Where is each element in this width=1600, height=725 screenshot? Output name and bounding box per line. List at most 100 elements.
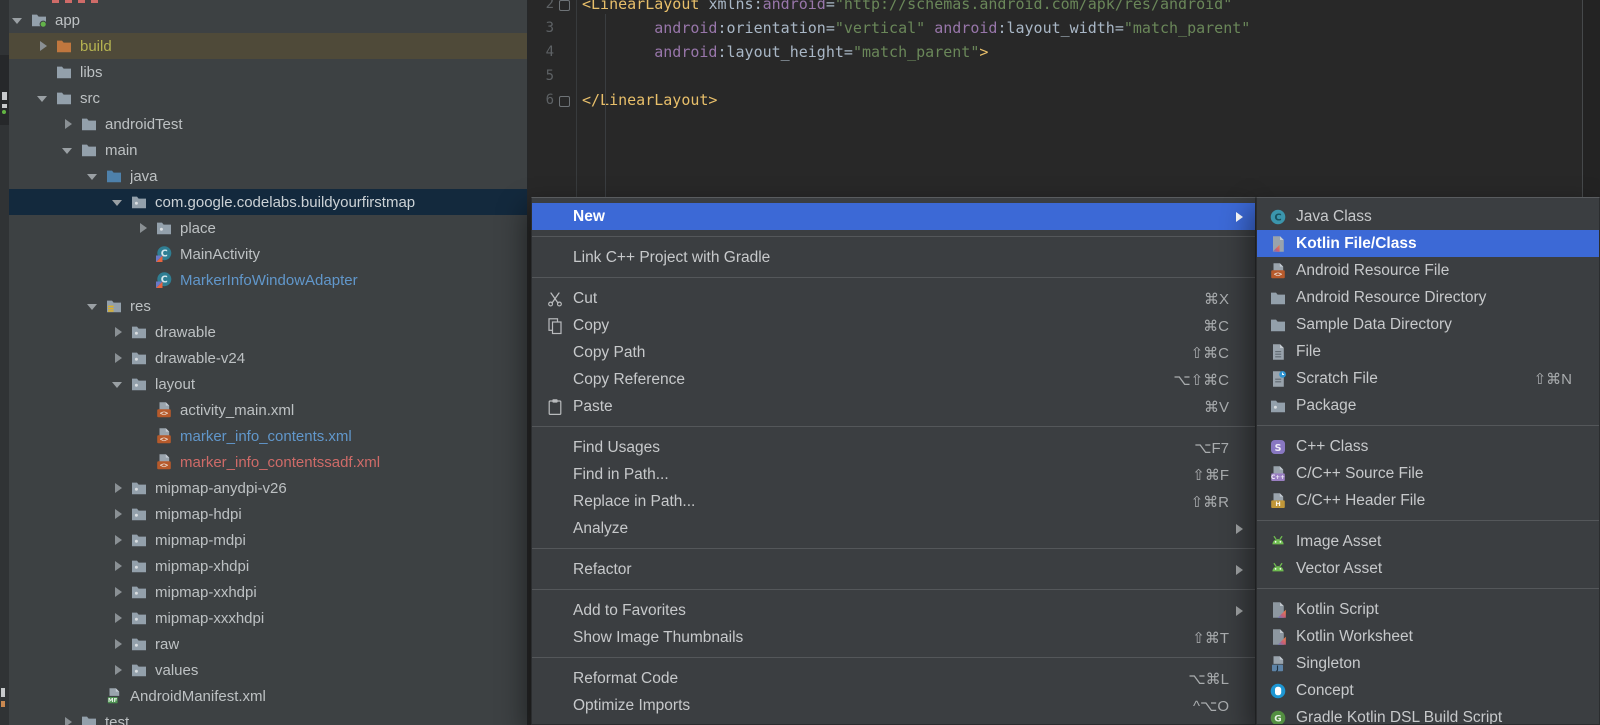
menu-item-gradle-kotlin-dsl-build-script[interactable]: GGradle Kotlin DSL Build Script	[1257, 704, 1599, 725]
menu-item-c-c-header-file[interactable]: HC/C++ Header File	[1257, 487, 1599, 514]
tree-item-java[interactable]: java	[9, 163, 527, 189]
tree-item-drawable-v24[interactable]: drawable-v24	[9, 345, 527, 371]
tree-item-markerinfowindowadapter[interactable]: CMarkerInfoWindowAdapter	[9, 267, 527, 293]
menu-item-file[interactable]: File	[1257, 338, 1599, 365]
menu-item-c-class[interactable]: S C++ Class	[1257, 433, 1599, 460]
svg-text:H: H	[1275, 500, 1280, 508]
menu-item-android-resource-directory[interactable]: Android Resource Directory	[1257, 284, 1599, 311]
chevron-right-icon[interactable]	[135, 223, 149, 233]
menu-item-add-to-favorites[interactable]: Add to Favorites	[532, 597, 1255, 624]
tree-item-place[interactable]: place	[9, 215, 527, 241]
chevron-right-icon[interactable]	[110, 509, 124, 519]
menu-item-label: Replace in Path...	[573, 493, 695, 511]
menu-item-scratch-file[interactable]: Scratch File⇧⌘N	[1257, 365, 1599, 392]
chevron-right-icon[interactable]	[110, 665, 124, 675]
tree-item-libs[interactable]: libs	[9, 59, 527, 85]
chevron-right-icon[interactable]	[110, 639, 124, 649]
tree-item-build[interactable]: build	[9, 33, 527, 59]
menu-separator	[532, 271, 1255, 285]
tree-item-mipmap-xxxhdpi[interactable]: mipmap-xxxhdpi	[9, 605, 527, 631]
menu-item-java-class[interactable]: CJava Class	[1257, 203, 1599, 230]
chevron-right-icon[interactable]	[110, 483, 124, 493]
chevron-down-icon[interactable]	[85, 302, 99, 310]
tree-item-mipmap-hdpi[interactable]: mipmap-hdpi	[9, 501, 527, 527]
menu-item-new[interactable]: New	[532, 203, 1255, 230]
chevron-right-icon[interactable]	[60, 119, 74, 129]
menu-item-reformat-code[interactable]: Reformat Code⌥⌘L	[532, 665, 1255, 692]
menu-item-concept[interactable]: Concept	[1257, 677, 1599, 704]
chevron-down-icon[interactable]	[10, 16, 24, 24]
indent-guide	[605, 14, 606, 197]
chevron-right-icon[interactable]	[110, 327, 124, 337]
editor-pane[interactable]: 23456 <LinearLayout xmlns:android="http:…	[528, 0, 1600, 197]
fold-marker-icon[interactable]	[559, 96, 570, 107]
tree-item-androidtest[interactable]: androidTest	[9, 111, 527, 137]
tree-item-mipmap-anydpi-v26[interactable]: mipmap-anydpi-v26	[9, 475, 527, 501]
menu-item-image-asset[interactable]: Image Asset	[1257, 528, 1599, 555]
menu-item-label: Analyze	[573, 520, 628, 538]
chevron-right-icon[interactable]	[60, 717, 74, 725]
tree-item-src[interactable]: src	[9, 85, 527, 111]
chevron-right-icon[interactable]	[110, 613, 124, 623]
tree-item-mipmap-xxhdpi[interactable]: mipmap-xxhdpi	[9, 579, 527, 605]
chevron-down-icon[interactable]	[85, 172, 99, 180]
tree-item-com-google-codelabs-buildyourfirstmap[interactable]: com.google.codelabs.buildyourfirstmap	[9, 189, 527, 215]
tree-item-test[interactable]: test	[9, 709, 527, 725]
tree-item-label: drawable	[155, 324, 216, 341]
menu-item-kotlin-file-class[interactable]: Kotlin File/Class	[1257, 230, 1599, 257]
menu-item-copy-path[interactable]: Copy Path⇧⌘C	[532, 339, 1255, 366]
tree-item-label: mipmap-mdpi	[155, 532, 246, 549]
tree-item-values[interactable]: values	[9, 657, 527, 683]
menu-item-refactor[interactable]: Refactor	[532, 556, 1255, 583]
tree-item-label: MainActivity	[180, 246, 260, 263]
menu-item-link-c-project-with-gradle[interactable]: Link C++ Project with Gradle	[532, 244, 1255, 271]
tree-item-marker-info-contentssadf-xml[interactable]: <>marker_info_contentssadf.xml	[9, 449, 527, 475]
tree-item-main[interactable]: main	[9, 137, 527, 163]
menu-item-cut[interactable]: Cut⌘X	[532, 285, 1255, 312]
tree-item-raw[interactable]: raw	[9, 631, 527, 657]
chevron-right-icon[interactable]	[110, 561, 124, 571]
menu-item-package[interactable]: Package	[1257, 392, 1599, 419]
menu-item-find-in-path[interactable]: Find in Path...⇧⌘F	[532, 461, 1255, 488]
kotlin-file-icon	[1267, 235, 1288, 253]
chevron-right-icon[interactable]	[110, 353, 124, 363]
menu-item-copy[interactable]: Copy⌘C	[532, 312, 1255, 339]
chevron-down-icon[interactable]	[35, 94, 49, 102]
fold-marker-icon[interactable]	[559, 0, 570, 11]
menu-item-optimize-imports[interactable]: Optimize Imports^⌥O	[532, 692, 1255, 719]
tree-item-mipmap-xhdpi[interactable]: mipmap-xhdpi	[9, 553, 527, 579]
tree-item-drawable[interactable]: drawable	[9, 319, 527, 345]
tree-item-layout[interactable]: layout	[9, 371, 527, 397]
chevron-right-icon[interactable]	[110, 587, 124, 597]
menu-item-kotlin-worksheet[interactable]: Kotlin Worksheet	[1257, 623, 1599, 650]
tree-item-mainactivity[interactable]: CMainActivity	[9, 241, 527, 267]
editor-code[interactable]: <LinearLayout xmlns:android="http://sche…	[582, 0, 1250, 112]
chevron-down-icon[interactable]	[110, 198, 124, 206]
chevron-right-icon[interactable]	[35, 41, 49, 51]
menu-item-label: C++ Class	[1296, 438, 1368, 456]
menu-item-sample-data-directory[interactable]: Sample Data Directory	[1257, 311, 1599, 338]
tree-item-marker-info-contents-xml[interactable]: <>marker_info_contents.xml	[9, 423, 527, 449]
menu-item-analyze[interactable]: Analyze	[532, 515, 1255, 542]
clipped-tree-row	[52, 0, 98, 3]
menu-item-find-usages[interactable]: Find Usages⌥F7	[532, 434, 1255, 461]
chevron-right-icon[interactable]	[110, 535, 124, 545]
menu-item-vector-asset[interactable]: Vector Asset	[1257, 555, 1599, 582]
menu-item-c-c-source-file[interactable]: C++C/C++ Source File	[1257, 460, 1599, 487]
chevron-down-icon[interactable]	[60, 146, 74, 154]
menu-item-android-resource-file[interactable]: <>Android Resource File	[1257, 257, 1599, 284]
tree-item-androidmanifest-xml[interactable]: MFAndroidManifest.xml	[9, 683, 527, 709]
menu-item-singleton[interactable]: JSingleton	[1257, 650, 1599, 677]
tree-item-app[interactable]: app	[9, 7, 527, 33]
menu-item-show-image-thumbnails[interactable]: Show Image Thumbnails⇧⌘T	[532, 624, 1255, 651]
menu-item-copy-reference[interactable]: Copy Reference⌥⇧⌘C	[532, 366, 1255, 393]
menu-item-paste[interactable]: Paste⌘V	[532, 393, 1255, 420]
chevron-down-icon[interactable]	[110, 380, 124, 388]
tree-item-mipmap-mdpi[interactable]: mipmap-mdpi	[9, 527, 527, 553]
tree-item-activity-main-xml[interactable]: <>activity_main.xml	[9, 397, 527, 423]
editor-scrollbar[interactable]	[1582, 0, 1600, 197]
svg-text:S: S	[1274, 443, 1281, 454]
menu-item-kotlin-script[interactable]: Kotlin Script	[1257, 596, 1599, 623]
tree-item-res[interactable]: res	[9, 293, 527, 319]
menu-item-replace-in-path[interactable]: Replace in Path...⇧⌘R	[532, 488, 1255, 515]
